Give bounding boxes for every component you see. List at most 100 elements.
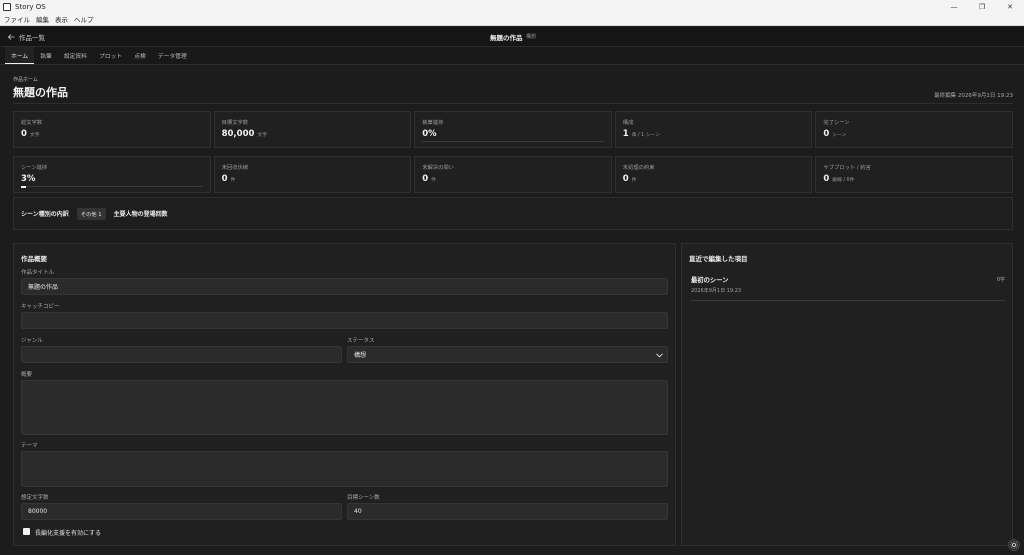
chevron-down-icon [656, 353, 663, 358]
scene-progress-bar [21, 185, 203, 188]
tab-data-management[interactable]: データ管理 [152, 47, 193, 64]
stat-value: 0 [823, 174, 830, 184]
stat-label: 完了シーン [823, 120, 850, 126]
summary-textarea[interactable] [21, 380, 668, 435]
divider [13, 103, 1013, 104]
stat-value: 0 [622, 174, 629, 184]
tab-bar: ホーム 執筆 設定資料 プロット 点検 データ管理 [0, 47, 1024, 65]
work-title-input[interactable]: 無題の作品 [21, 278, 668, 295]
target-chars-label: 想定文字数 [21, 495, 49, 501]
work-status-badge: 構想 [526, 34, 537, 40]
recent-item-date: 2026年9月1日 19:23 [691, 288, 742, 294]
title-field-label: 作品タイトル [21, 270, 55, 276]
page-kicker: 作品ホーム [13, 77, 38, 83]
target-scenes-input[interactable]: 40 [347, 503, 668, 520]
title-bar: Story OS — ❐ ✕ [0, 0, 1024, 13]
genre-field-label: ジャンル [21, 338, 43, 344]
window-title: Story OS [15, 2, 46, 11]
scene-type-breakdown: シーン種別の内訳 その他 1 主要人物の登場回数 [13, 197, 1013, 230]
app-icon [3, 2, 11, 11]
stat-label: 未処理の約束 [622, 165, 655, 171]
panel-title: 直近で編集した項目 [689, 255, 748, 263]
writing-progress-bar [422, 141, 604, 142]
stat-scene-progress: シーン進捗 3% [13, 156, 211, 193]
tab-home[interactable]: ホーム [5, 47, 35, 64]
status-select[interactable]: 構想 [347, 346, 668, 363]
menu-bar: ファイル 編集 表示 ヘルプ [0, 13, 1024, 26]
stat-value: 0% [422, 129, 437, 139]
tab-plot[interactable]: プロット [93, 47, 128, 64]
stat-unit: 件 [631, 178, 637, 183]
menu-file[interactable]: ファイル [4, 14, 30, 24]
minimize-button[interactable]: — [940, 0, 968, 13]
stat-unit: 章 / 1 シーン [631, 133, 660, 138]
stat-label: 執筆進捗 [422, 120, 444, 126]
stat-unit: 件 [431, 178, 436, 183]
stat-target-chars: 目標文字数 80,000 文字 [213, 111, 412, 148]
stat-value: 0 [221, 174, 228, 184]
tab-writing[interactable]: 執筆 [34, 47, 58, 64]
menu-help[interactable]: ヘルプ [74, 14, 94, 24]
recently-edited-panel: 直近で編集した項目 最初のシーン 2026年9月1日 19:23 0字 [681, 243, 1013, 546]
stat-unit: シーン [832, 133, 847, 138]
stat-pending-promises: 未処理の約束 0件 [614, 156, 813, 193]
back-label: 作品一覧 [19, 34, 45, 42]
stat-value: 0 [422, 174, 429, 184]
stats-row-2: シーン進捗 3% 未回収伏線 0件 未解決の問い 0件 未処理の約束 0件 サブ… [13, 156, 1013, 193]
stat-unit: 件 [230, 178, 236, 183]
tab-review[interactable]: 点検 [128, 47, 152, 64]
stat-unit: 文字 [257, 133, 268, 138]
stat-label: 構成 [622, 120, 634, 126]
stat-value: 80,000 [221, 129, 255, 139]
theme-toggle-button[interactable] [1008, 539, 1020, 551]
maximize-button[interactable]: ❐ [968, 0, 996, 13]
menu-edit[interactable]: 編集 [36, 14, 49, 24]
stat-value: 3% [21, 174, 36, 184]
genre-input[interactable] [21, 346, 342, 363]
list-item[interactable]: 最初のシーン 2026年9月1日 19:23 0字 [691, 273, 1005, 301]
last-edited-timestamp: 最終編集 2026年9月1日 19:23 [934, 93, 1013, 99]
window-controls: — ❐ ✕ [940, 0, 1024, 13]
recent-item-char-count: 0字 [996, 277, 1005, 283]
breakdown-label: シーン種別の内訳 [21, 211, 69, 218]
status-select-value: 構想 [354, 352, 367, 359]
scene-type-chip: その他 1 [76, 207, 106, 220]
stat-label: シーン進捗 [21, 165, 48, 171]
back-to-works-link[interactable]: 作品一覧 [8, 32, 45, 42]
stat-completed-scenes: 完了シーン 0 シーン [815, 111, 1013, 148]
stat-subplots: サブプロット / 約言 0 劇線 / 0件 [815, 156, 1013, 193]
stat-value: 0 [21, 129, 27, 139]
stat-label: 目標文字数 [221, 120, 249, 126]
sun-icon [1010, 541, 1018, 549]
long-form-support-checkbox[interactable] [23, 528, 30, 535]
stat-value: 0 [823, 129, 830, 139]
long-form-support-label[interactable]: 長編化支援を有効にする [35, 528, 101, 537]
close-button[interactable]: ✕ [996, 0, 1024, 13]
arrow-left-icon [8, 34, 15, 40]
stat-label: サブプロット / 約言 [823, 165, 871, 171]
stat-label: 総文字数 [21, 120, 43, 126]
tab-settings-material[interactable]: 設定資料 [58, 47, 93, 64]
catch-field-label: キャッチコピー [21, 304, 60, 310]
character-appearances-label: 主要人物の登場回数 [113, 211, 168, 218]
work-overview-panel: 作品概要 作品タイトル 無題の作品 キャッチコピー ジャンル ステータス 構想 … [13, 243, 676, 546]
work-title: 無題の作品 [490, 34, 523, 42]
status-field-label: ステータス [347, 338, 375, 344]
panel-title: 作品概要 [21, 255, 47, 263]
stats-row-1: 総文字数 0 文字 目標文字数 80,000 文字 執筆進捗 0% 構成 1章 / … [13, 111, 1013, 148]
app-header: 作品一覧 無題の作品 構想 [0, 27, 1024, 47]
menu-view[interactable]: 表示 [55, 14, 68, 24]
stat-label: 未回収伏線 [221, 165, 249, 171]
target-chars-input[interactable]: 80000 [21, 503, 342, 520]
recent-item-title: 最初のシーン [691, 277, 729, 284]
stat-unit: 文字 [29, 133, 40, 138]
target-scenes-label: 目標シーン数 [347, 495, 380, 501]
stat-unit: 劇線 / 0件 [832, 178, 855, 183]
catchphrase-input[interactable] [21, 312, 668, 329]
stat-unresolved-foreshadowing: 未回収伏線 0件 [213, 156, 412, 193]
stat-writing-progress: 執筆進捗 0% [414, 111, 612, 148]
stat-total-chars: 総文字数 0 文字 [13, 111, 211, 148]
theme-textarea[interactable] [21, 451, 668, 487]
stat-open-questions: 未解決の問い 0件 [414, 156, 612, 193]
stat-structure: 構成 1章 / 1 シーン [614, 111, 813, 148]
